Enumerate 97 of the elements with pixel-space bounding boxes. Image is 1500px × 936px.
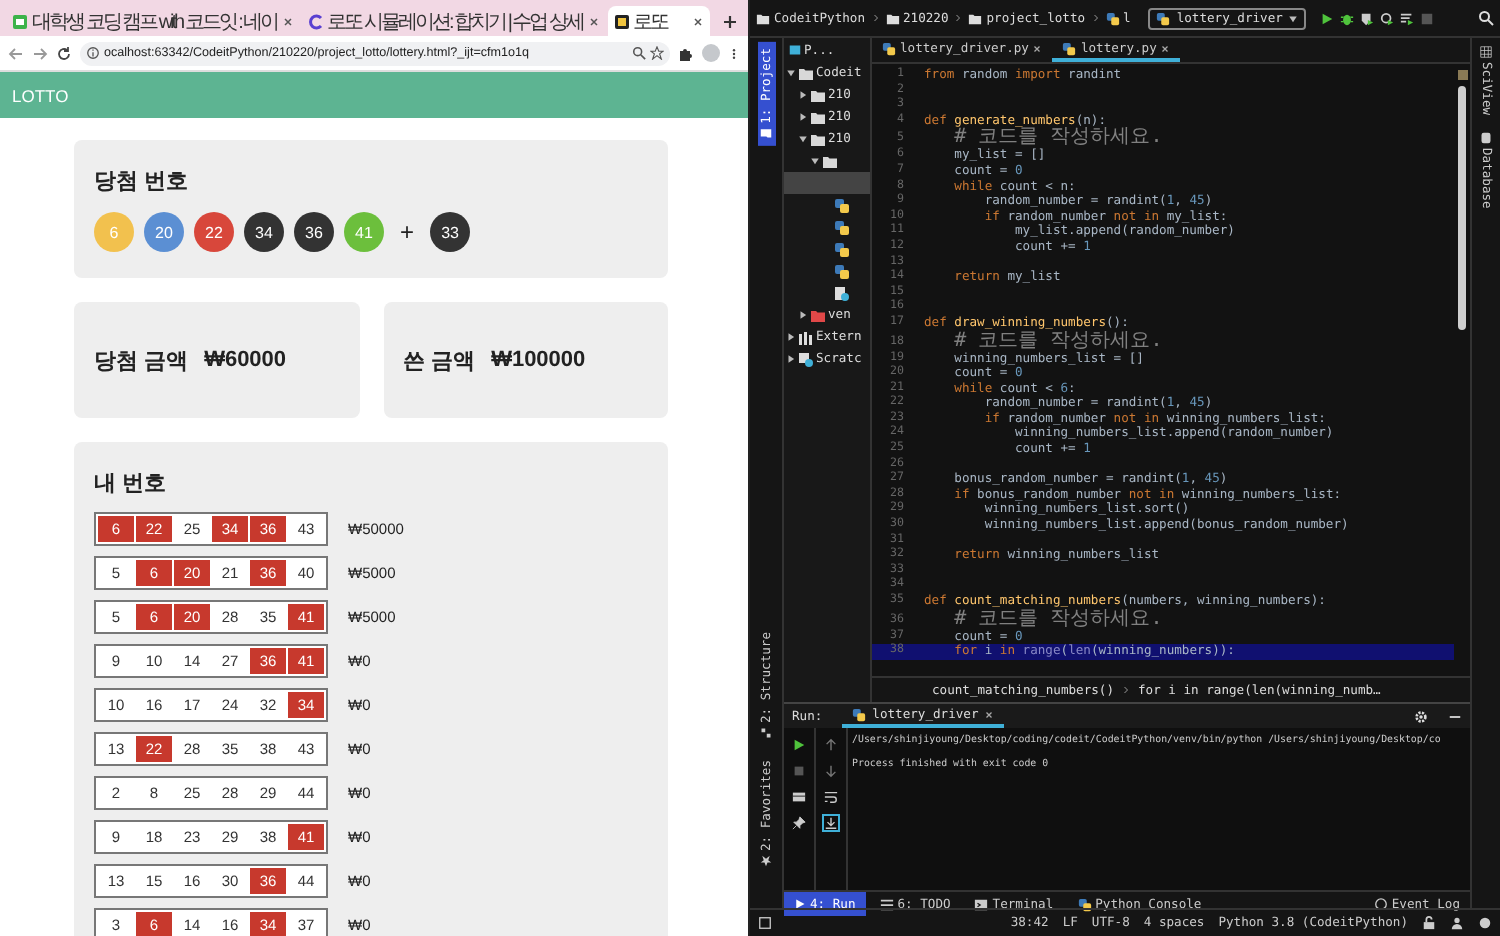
star-icon[interactable] xyxy=(650,46,664,60)
folder-icon xyxy=(810,307,826,323)
folder-icon xyxy=(885,11,899,25)
pin-icon[interactable] xyxy=(792,816,806,830)
panel-toggle-icon[interactable] xyxy=(758,916,772,930)
chevron-icon xyxy=(1091,12,1100,24)
stop-icon[interactable] xyxy=(792,764,806,778)
menu-icon[interactable] xyxy=(728,45,740,61)
reload-icon[interactable] xyxy=(56,45,72,61)
plus-sign: + xyxy=(398,218,417,246)
scratch-icon xyxy=(798,351,814,367)
inspection-icon[interactable] xyxy=(1457,70,1467,80)
forward-icon[interactable] xyxy=(32,45,48,61)
profile-icon[interactable] xyxy=(1380,11,1395,25)
lock-icon[interactable] xyxy=(1422,916,1436,930)
collapse-arrow-icon[interactable] xyxy=(798,134,808,144)
back-icon[interactable] xyxy=(8,45,24,61)
rerun-icon[interactable] xyxy=(792,738,806,752)
close-icon[interactable] xyxy=(692,15,704,27)
close-icon[interactable] xyxy=(1032,43,1043,53)
python-icon xyxy=(1077,897,1092,911)
card-title: 당첨 번호 xyxy=(94,168,191,196)
browser-tab[interactable]: 대학생 코딩 캠프 with 코드잇 : 네이 xyxy=(6,6,300,36)
number-ball: 41 xyxy=(344,212,384,252)
down-arrow-icon[interactable] xyxy=(824,764,838,778)
caret-icon xyxy=(1288,13,1299,23)
python-icon xyxy=(1156,11,1171,25)
info-icon xyxy=(86,46,100,60)
close-icon[interactable] xyxy=(984,709,995,719)
terminal-icon xyxy=(974,897,989,911)
amount-value: ₩60000 xyxy=(204,348,287,372)
build-icon[interactable] xyxy=(1400,11,1415,25)
inspector-icon[interactable] xyxy=(1450,916,1464,930)
expand-arrow-icon[interactable] xyxy=(798,310,808,320)
collapse-arrow-icon[interactable] xyxy=(786,68,796,78)
expand-arrow-icon[interactable] xyxy=(798,112,808,122)
panel-icon xyxy=(788,44,802,56)
code-line: # 코드를 작성하세요. xyxy=(952,609,1165,630)
database-icon xyxy=(1480,131,1492,144)
coverage-icon[interactable] xyxy=(1360,11,1375,25)
collapse-arrow-icon[interactable] xyxy=(810,156,820,166)
expand-arrow-icon[interactable] xyxy=(786,354,796,364)
expand-arrow-icon[interactable] xyxy=(798,90,808,100)
scroll-to-end-icon[interactable] xyxy=(824,816,838,830)
amount-label: 당첨 금액 xyxy=(94,347,189,375)
script-file-icon xyxy=(834,285,850,301)
chevron-icon xyxy=(1122,684,1130,696)
list-icon xyxy=(879,897,894,911)
browser-tab[interactable]: 로또 xyxy=(607,6,710,36)
new-tab-icon[interactable] xyxy=(722,14,738,30)
python-icon xyxy=(852,707,867,721)
layout-icon[interactable] xyxy=(792,790,806,804)
python-file-icon xyxy=(1105,11,1120,25)
grid-icon xyxy=(1480,46,1492,58)
folder-icon xyxy=(760,127,772,140)
search-icon[interactable] xyxy=(1478,10,1494,26)
card-title: 내 번호 xyxy=(94,470,169,498)
stop-icon[interactable] xyxy=(1420,11,1435,25)
amount-label: 쓴 금액 xyxy=(403,347,476,375)
scrollbar-thumb[interactable] xyxy=(1458,86,1466,330)
bonus-ball: 33 xyxy=(430,212,471,252)
settings-icon[interactable] xyxy=(1414,709,1428,723)
close-icon[interactable] xyxy=(281,15,294,27)
chevron-icon xyxy=(954,12,963,24)
number-ball: 36 xyxy=(294,212,334,252)
bubble-icon xyxy=(1373,897,1388,911)
python-file-icon xyxy=(1062,41,1077,55)
run-icon[interactable] xyxy=(1320,11,1335,25)
amount-value: ₩100000 xyxy=(491,348,586,372)
c-logo-icon xyxy=(307,13,324,29)
folder-icon xyxy=(968,11,983,25)
run-icon xyxy=(794,898,806,910)
zoom-icon[interactable] xyxy=(632,46,646,60)
code-line: # 코드를 작성하세요. xyxy=(952,128,1165,149)
star-icon xyxy=(760,854,772,866)
robot-icon xyxy=(12,13,28,29)
bug-icon[interactable] xyxy=(1340,11,1355,25)
folder-icon xyxy=(756,11,770,25)
library-icon xyxy=(798,329,814,345)
number-ball: 6 xyxy=(94,212,134,252)
close-icon[interactable] xyxy=(587,15,600,27)
soft-wrap-icon[interactable] xyxy=(824,790,838,804)
close-icon[interactable] xyxy=(1160,43,1171,53)
number-ball: 34 xyxy=(244,212,284,252)
up-arrow-icon[interactable] xyxy=(824,738,838,752)
browser-tab[interactable]: 로또 시뮬레이션: 합치기 | 수업 상세 xyxy=(301,6,606,36)
notification-icon[interactable] xyxy=(1478,916,1492,930)
app-title: LOTTO xyxy=(12,85,69,105)
puzzle-icon[interactable] xyxy=(678,45,694,61)
expand-arrow-icon[interactable] xyxy=(786,332,796,342)
python-file-icon xyxy=(882,41,896,55)
page-icon xyxy=(613,13,630,29)
number-ball: 20 xyxy=(144,212,184,252)
chevron-icon xyxy=(871,12,879,24)
code-line: # 코드를 작성하세요. xyxy=(952,331,1165,351)
number-ball: 22 xyxy=(194,212,234,252)
structure-icon xyxy=(760,727,772,739)
